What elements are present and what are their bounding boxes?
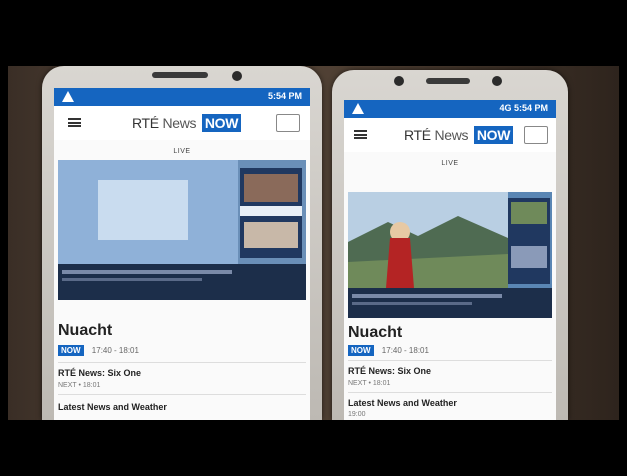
- phone-screen: 5:54 PM RTÉ News NOW LIVE Nuacht NOW 17:…: [54, 88, 310, 420]
- programme-title[interactable]: RTÉ News: Six One: [58, 368, 141, 378]
- now-badge: NOW: [58, 345, 84, 356]
- phone-speaker: [426, 78, 470, 84]
- phone-camera: [232, 71, 242, 81]
- divider: [58, 362, 306, 363]
- phone-right: 4G 5:54 PM RTÉ News NOW LIVE Nuacht NOW …: [332, 70, 568, 420]
- status-bar: 5:54 PM: [54, 88, 310, 106]
- logo-rte: RTÉ: [132, 115, 159, 131]
- logo-now: NOW: [473, 126, 514, 144]
- divider: [348, 360, 552, 361]
- app-logo: RTÉ News NOW: [404, 126, 514, 144]
- now-badge: NOW: [348, 345, 374, 356]
- live-label: LIVE: [173, 148, 191, 155]
- programme-title[interactable]: Latest News and Weather: [58, 402, 167, 412]
- menu-icon[interactable]: [354, 130, 367, 139]
- phone-sensor: [492, 76, 502, 86]
- app-bar: RTÉ News NOW: [54, 106, 310, 140]
- video-player[interactable]: [58, 160, 306, 300]
- letterbox-top: [0, 0, 627, 66]
- time-row: NOW 17:40 - 18:01: [348, 345, 429, 356]
- alert-icon: [62, 91, 74, 102]
- status-bar: 4G 5:54 PM: [344, 100, 556, 118]
- time-range: 17:40 - 18:01: [91, 346, 139, 355]
- logo-news: News: [162, 115, 197, 131]
- app-logo: RTÉ News NOW: [132, 114, 242, 132]
- divider: [58, 394, 306, 395]
- live-label: LIVE: [441, 160, 459, 167]
- logo-news: News: [434, 127, 469, 143]
- photo-scene: 5:54 PM RTÉ News NOW LIVE Nuacht NOW 17:…: [0, 0, 627, 476]
- logo-now: NOW: [201, 114, 242, 132]
- app-bar: RTÉ News NOW: [344, 118, 556, 152]
- programme-subtitle: 19:00: [348, 411, 366, 418]
- section-title: Nuacht: [348, 324, 403, 341]
- section-title: Nuacht: [58, 322, 113, 339]
- programme-title[interactable]: RTÉ News: Six One: [348, 366, 431, 376]
- programme-subtitle: NEXT • 18:01: [348, 380, 391, 387]
- phone-speaker: [152, 72, 208, 78]
- programme-subtitle: NEXT • 18:01: [58, 382, 101, 389]
- time-row: NOW 17:40 - 18:01: [58, 345, 139, 356]
- alert-icon: [352, 103, 364, 114]
- divider: [348, 392, 552, 393]
- letterbox-bottom: [0, 420, 627, 476]
- menu-icon[interactable]: [68, 118, 81, 127]
- phone-camera: [394, 76, 404, 86]
- phone-left: 5:54 PM RTÉ News NOW LIVE Nuacht NOW 17:…: [42, 66, 322, 420]
- time-range: 17:40 - 18:01: [381, 346, 429, 355]
- status-time: 5:54 PM: [267, 91, 302, 101]
- cast-icon[interactable]: [276, 114, 300, 132]
- logo-rte: RTÉ: [404, 127, 431, 143]
- phone-screen: 4G 5:54 PM RTÉ News NOW LIVE Nuacht NOW …: [344, 100, 556, 420]
- status-time: 4G 5:54 PM: [499, 103, 548, 113]
- cast-icon[interactable]: [524, 126, 548, 144]
- video-frame: [58, 160, 306, 300]
- video-player[interactable]: [348, 192, 552, 318]
- programme-title[interactable]: Latest News and Weather: [348, 398, 457, 408]
- video-frame: [348, 192, 552, 318]
